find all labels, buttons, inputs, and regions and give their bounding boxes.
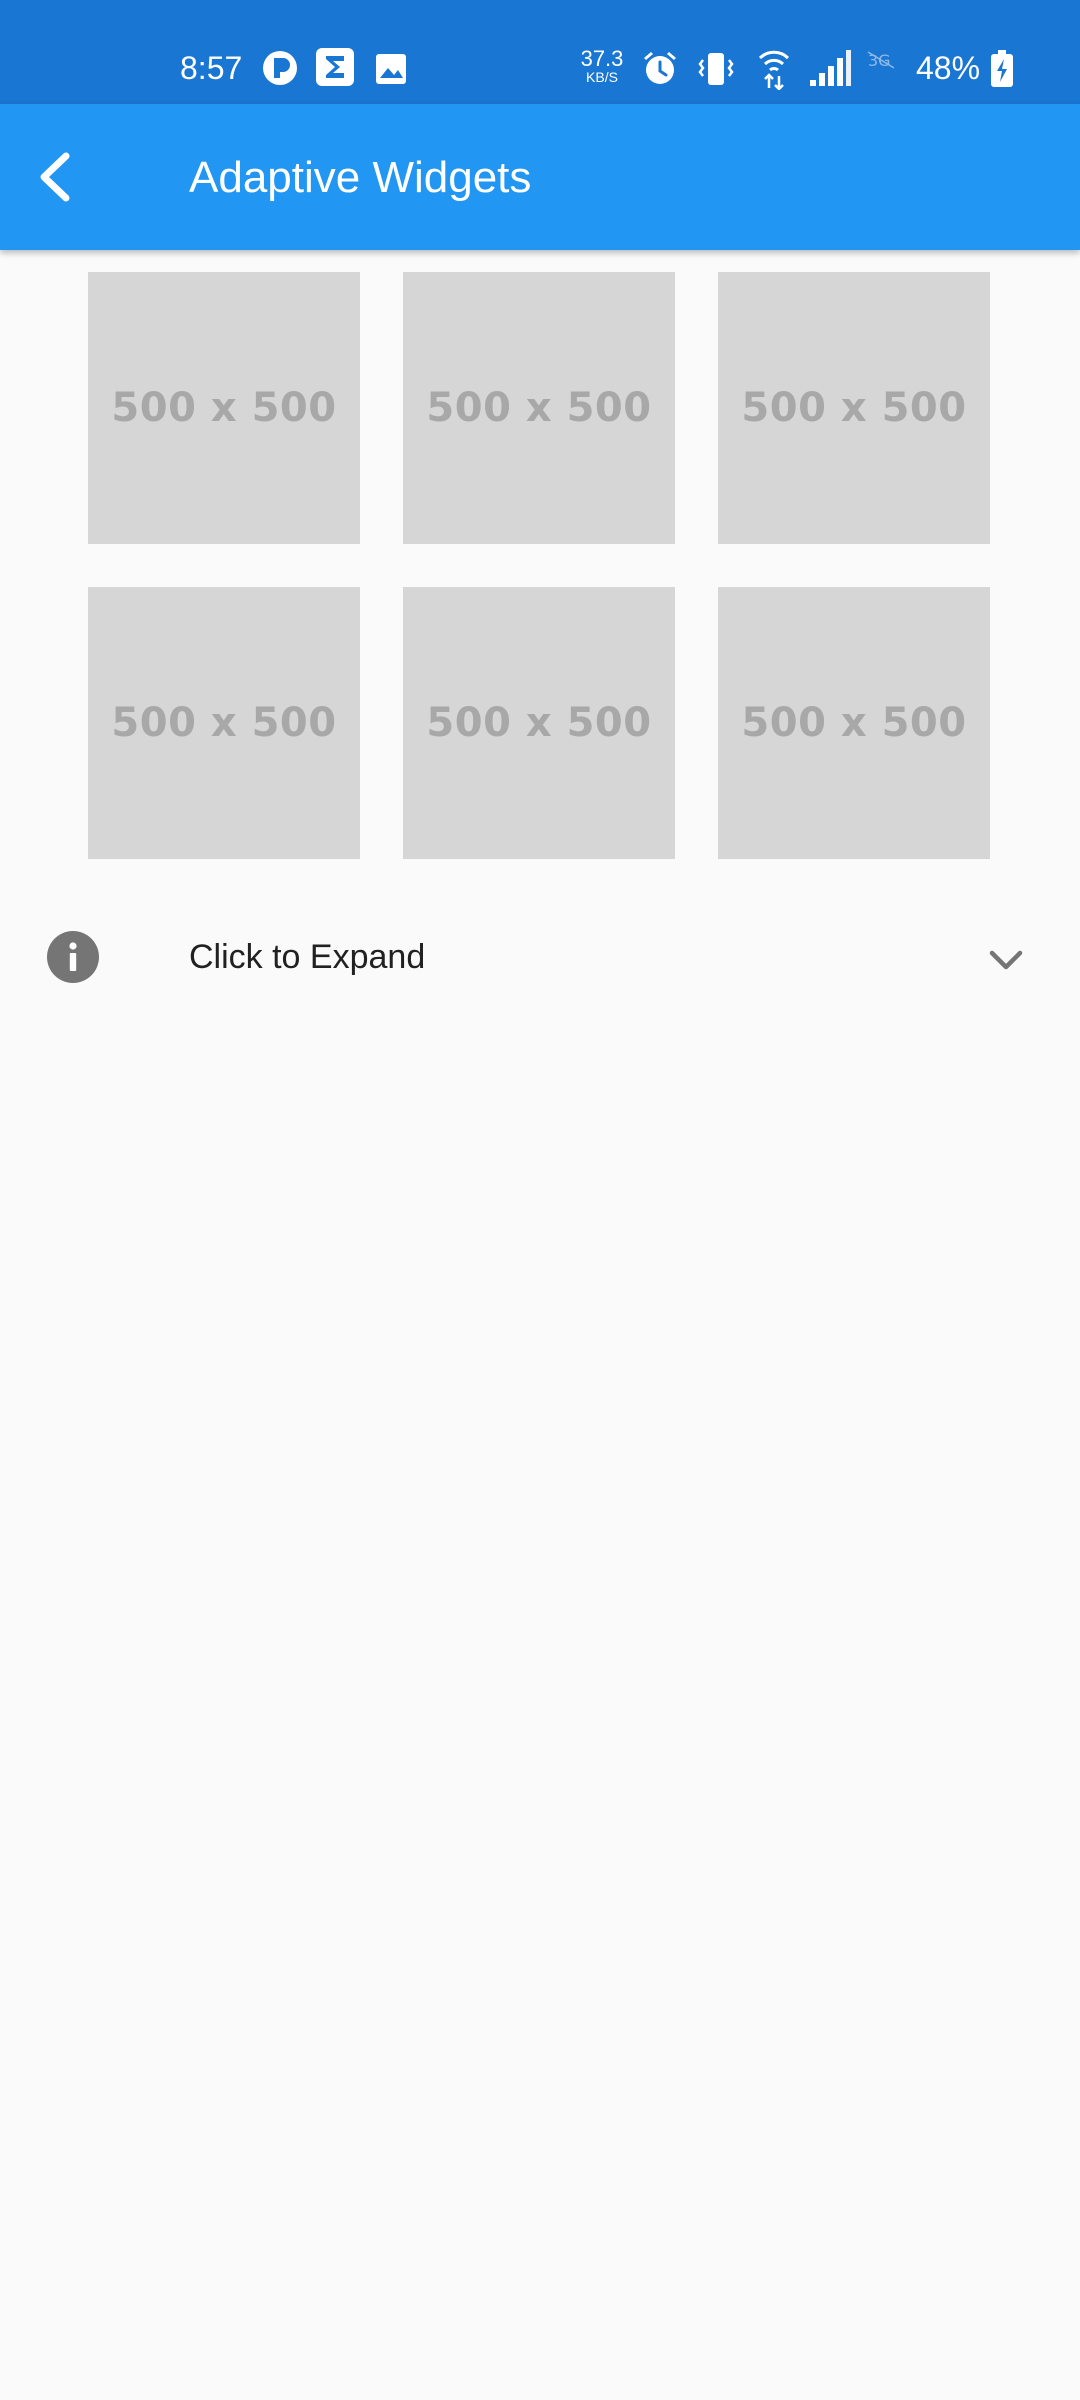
app-bar: Adaptive Widgets — [0, 104, 1080, 250]
battery-percent: 48% — [916, 50, 981, 86]
chevron-left-icon — [40, 152, 70, 202]
placeholder-image: 500 x 500 — [88, 272, 360, 544]
placeholder-label: 500 x 500 — [111, 385, 337, 431]
network-speed-unit: KB/S — [586, 69, 618, 85]
placeholder-label: 500 x 500 — [111, 700, 337, 746]
network-speed: 37.3 KB/S — [580, 46, 624, 85]
placeholder-label: 500 x 500 — [741, 385, 967, 431]
page-title: Adaptive Widgets — [189, 153, 532, 202]
chevron-down-icon[interactable] — [986, 940, 1026, 980]
pocket-casts-icon — [263, 51, 297, 85]
wifi-icon — [758, 50, 790, 90]
placeholder-image: 500 x 500 — [403, 272, 675, 544]
gallery-icon — [376, 54, 406, 84]
signal-icon — [810, 50, 851, 86]
sigma-icon — [316, 48, 354, 86]
placeholder-image: 500 x 500 — [88, 587, 360, 859]
placeholder-image: 500 x 500 — [718, 272, 990, 544]
status-bar: 8:57 37.3 KB/S 3G 48% — [0, 0, 1080, 104]
info-icon — [47, 931, 99, 983]
placeholder-label: 500 x 500 — [741, 700, 967, 746]
expansion-tile[interactable]: Click to Expand — [0, 904, 1080, 1010]
placeholder-image: 500 x 500 — [718, 587, 990, 859]
placeholder-label: 500 x 500 — [426, 385, 652, 431]
3g-off-icon: 3G — [867, 51, 895, 70]
back-button[interactable] — [30, 144, 86, 210]
expansion-title: Click to Expand — [189, 938, 426, 976]
placeholder-label: 500 x 500 — [426, 700, 652, 746]
battery-charging-icon — [991, 50, 1013, 87]
network-speed-value: 37.3 — [580, 46, 624, 71]
vibrate-icon — [698, 53, 734, 85]
placeholder-image: 500 x 500 — [403, 587, 675, 859]
status-time: 8:57 — [180, 50, 243, 86]
alarm-icon — [644, 52, 676, 84]
